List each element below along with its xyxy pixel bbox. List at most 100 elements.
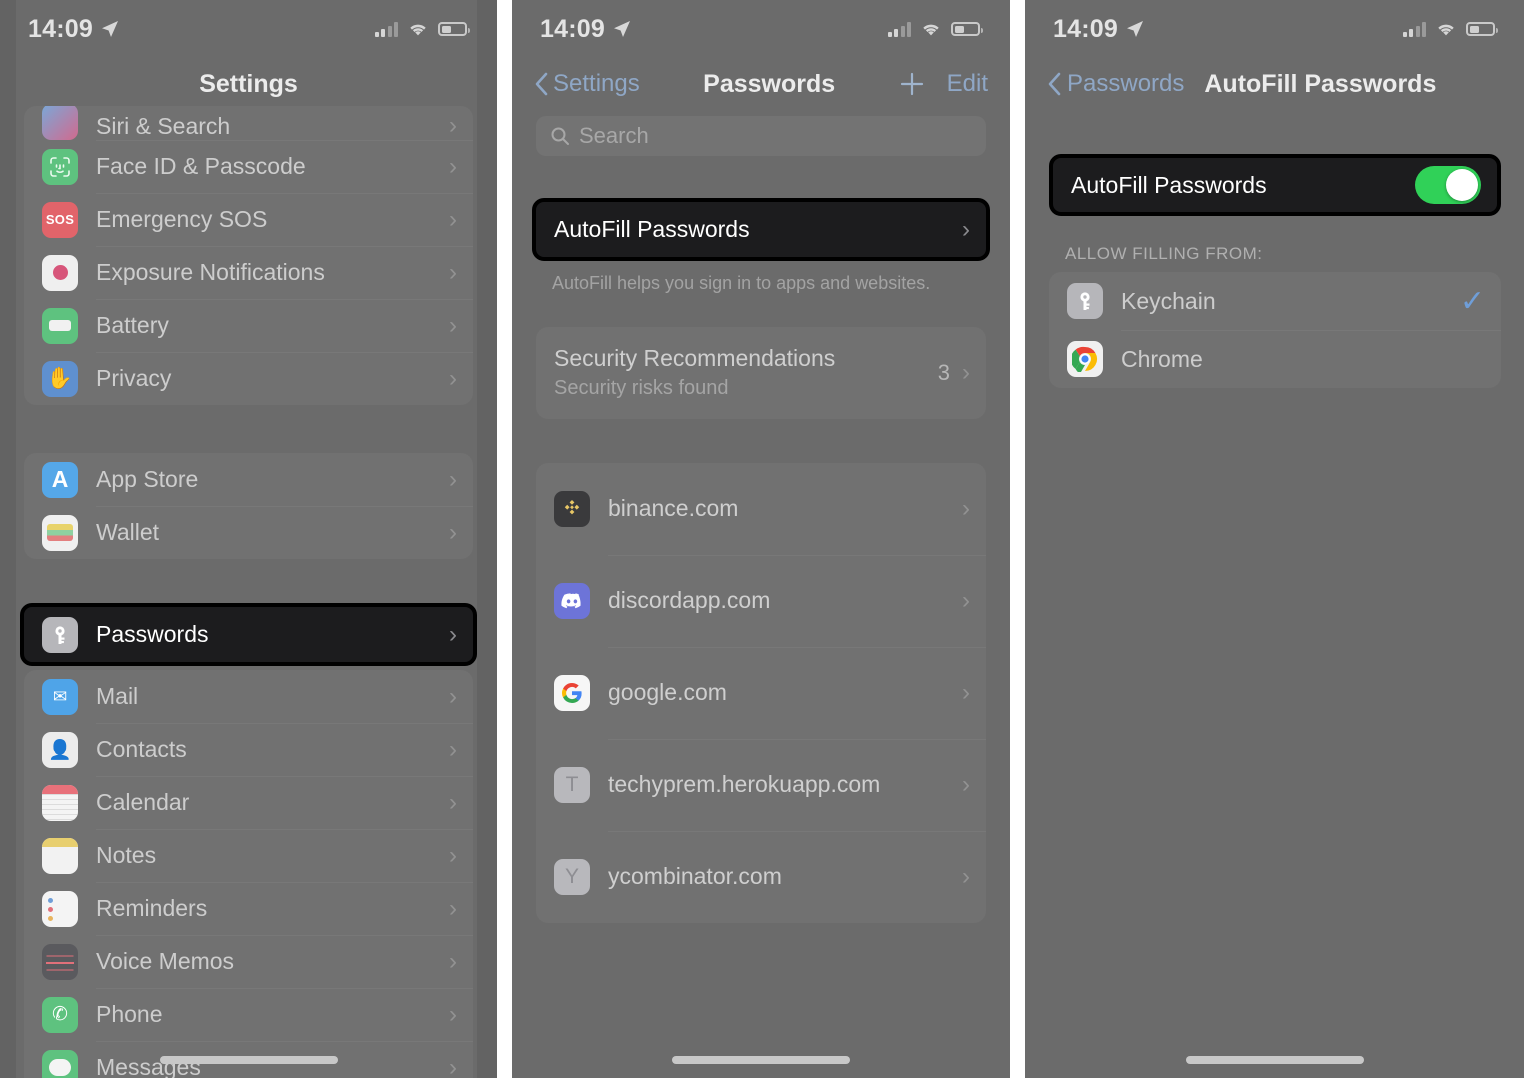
wallet-icon [42, 514, 78, 551]
row-label: AutoFill Passwords [1071, 171, 1267, 198]
status-bar-1: 14:09 [0, 0, 497, 58]
status-time: 14:09 [28, 14, 93, 43]
chrome-icon [1067, 341, 1103, 377]
account-text: discordapp.com [608, 586, 962, 613]
chevron-left-icon [1048, 72, 1061, 96]
chevron-right-icon: › [962, 494, 970, 522]
chevron-right-icon: › [449, 152, 457, 180]
chevron-right-icon: › [449, 1000, 457, 1028]
row-label: Passwords [96, 621, 209, 647]
sidebar-item-emergency-sos[interactable]: SOS Emergency SOS › [24, 193, 473, 246]
account-site: discordapp.com [608, 586, 771, 613]
list-item[interactable]: discordapp.com › [536, 554, 986, 647]
saved-passwords-group: binance.com › discordapp.com › google.co… [536, 462, 986, 923]
home-indicator-3[interactable] [1025, 1056, 1524, 1064]
spacer-before-sources [1025, 216, 1524, 244]
cellular-signal-icon [887, 21, 911, 37]
chevron-right-icon: › [449, 788, 457, 816]
spacer-before-toggle [1025, 110, 1524, 154]
chevron-right-icon: › [449, 311, 457, 339]
sidebar-item-notes[interactable]: Notes › [24, 829, 473, 882]
plus-icon [900, 72, 923, 96]
security-title: Security Recommendations [554, 345, 836, 372]
row-label: Notes [96, 842, 157, 868]
chevron-right-icon: › [449, 205, 457, 233]
location-arrow-icon [1126, 21, 1143, 37]
list-item[interactable]: T techyprem.herokuapp.com › [536, 738, 986, 831]
sidebar-item-wallet[interactable]: Wallet › [24, 506, 473, 559]
list-item[interactable]: Y ycombinator.com › [536, 830, 986, 923]
settings-group-apps: ✉ Mail › 👤 Contacts › Calendar › Notes ›… [24, 670, 473, 1078]
edit-button[interactable]: Edit [947, 70, 988, 98]
allow-filling-from-header: ALLOW FILLING FROM: [1065, 244, 1263, 263]
security-count: 3 [937, 359, 950, 385]
home-indicator-2[interactable] [512, 1056, 1010, 1064]
list-item[interactable]: binance.com › [536, 463, 986, 555]
letter-icon: T [554, 766, 590, 803]
security-recommendations-row[interactable]: Security Recommendations Security risks … [536, 327, 986, 419]
voice-memos-icon [42, 943, 78, 980]
account-site: techyprem.herokuapp.com [608, 770, 881, 797]
sidebar-item-voice-memos[interactable]: Voice Memos › [24, 935, 473, 988]
account-text: techyprem.herokuapp.com [608, 770, 962, 797]
sidebar-item-exposure-notifications[interactable]: Exposure Notifications › [24, 246, 473, 299]
chrome-glyph [1072, 346, 1098, 372]
account-text: google.com [608, 679, 962, 705]
home-indicator-1[interactable] [0, 1056, 497, 1064]
key-glyph [55, 625, 65, 644]
back-button-passwords[interactable]: Passwords [1047, 70, 1184, 98]
location-arrow-icon [613, 21, 630, 37]
autofill-toggle[interactable] [1415, 166, 1481, 204]
wifi-icon [923, 24, 939, 36]
sidebar-item-calendar[interactable]: Calendar › [24, 776, 473, 829]
search-input[interactable]: Search [536, 116, 986, 156]
key-glyph [1080, 292, 1090, 310]
search-icon [551, 127, 569, 145]
security-subtitle: Security risks found [554, 376, 729, 399]
sidebar-item-passwords[interactable]: Passwords › [20, 603, 477, 666]
autofill-passwords-row[interactable]: AutoFill Passwords › [532, 198, 990, 261]
chevron-right-icon: › [449, 518, 457, 546]
list-item[interactable]: google.com › [536, 646, 986, 739]
notes-icon [42, 837, 78, 874]
chevron-right-icon: › [962, 215, 970, 243]
sidebar-item-privacy[interactable]: ✋ Privacy › [24, 352, 473, 405]
source-item-keychain[interactable]: Keychain ✓ [1049, 272, 1501, 330]
status-right-2 [887, 21, 983, 37]
sidebar-item-battery[interactable]: Battery › [24, 299, 473, 352]
wifi-icon [1438, 24, 1454, 36]
autofill-toggle-row[interactable]: AutoFill Passwords [1049, 154, 1501, 216]
chevron-right-icon: › [962, 358, 970, 386]
panel-settings: 14:09 Settings Siri & Search › Face ID &… [0, 0, 497, 1078]
battery-icon [1466, 22, 1498, 36]
chevron-right-icon: › [449, 894, 457, 922]
sidebar-item-reminders[interactable]: Reminders › [24, 882, 473, 935]
checkmark-icon: ✓ [1459, 284, 1485, 318]
account-site: binance.com [608, 494, 739, 521]
status-time: 14:09 [540, 14, 605, 43]
source-item-chrome[interactable]: Chrome [1049, 330, 1501, 388]
back-button-settings[interactable]: Settings [534, 70, 640, 98]
settings-scroll[interactable]: Siri & Search › Face ID & Passcode › SOS… [0, 106, 497, 1078]
add-password-button[interactable] [899, 71, 925, 97]
google-icon [554, 674, 590, 711]
chevron-right-icon: › [962, 770, 970, 798]
sidebar-item-face-id-passcode[interactable]: Face ID & Passcode › [24, 140, 473, 193]
key-icon [1067, 283, 1103, 319]
panel-autofill-passwords: 14:09 Passwords AutoFill Passwords AutoF… [1025, 0, 1524, 1078]
sidebar-item-app-store[interactable]: A App Store › [24, 453, 473, 506]
chevron-right-icon: › [449, 735, 457, 763]
key-icon [42, 616, 78, 653]
sidebar-item-contacts[interactable]: 👤 Contacts › [24, 723, 473, 776]
wifi-icon [410, 24, 426, 36]
spacer-before-accounts [512, 419, 1010, 463]
panel-divider-2 [1010, 0, 1025, 1078]
page-title-autofill: AutoFill Passwords [1204, 69, 1437, 98]
row-label: Contacts [96, 736, 187, 762]
sidebar-item-phone[interactable]: ✆ Phone › [24, 988, 473, 1041]
sidebar-item-siri-search[interactable]: Siri & Search › [24, 106, 473, 140]
sidebar-item-mail[interactable]: ✉ Mail › [24, 670, 473, 723]
chevron-right-icon: › [962, 862, 970, 890]
status-left-2: 14:09 [540, 15, 632, 44]
